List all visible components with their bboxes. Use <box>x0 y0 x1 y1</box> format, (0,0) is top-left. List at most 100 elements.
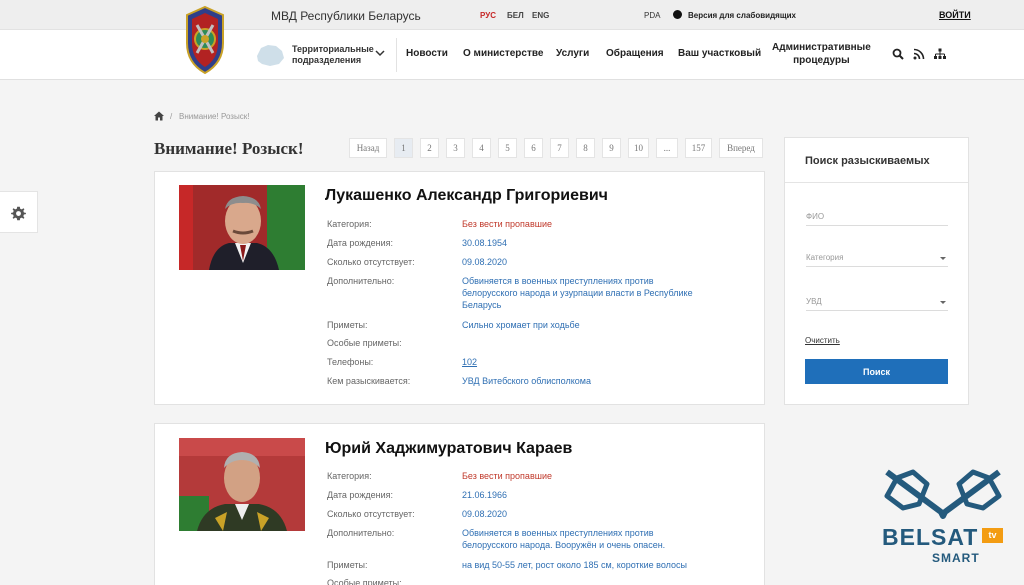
birth-date-value: 21.06.1966 <box>462 490 508 500</box>
pagination-page-2[interactable]: 2 <box>420 138 439 158</box>
main-header: Территориальные подразделения Новости О … <box>0 5 1024 80</box>
additional-line: Обвиняется в военных преступлениях проти… <box>462 276 654 286</box>
uvd-placeholder: УВД <box>806 297 822 306</box>
birth-date-label: Дата рождения: <box>327 238 393 248</box>
ministry-name: МВД Республики Беларусь <box>271 9 421 23</box>
additional-value: Обвиняется в военных преступлениях проти… <box>462 527 732 551</box>
missing-since-value: 09.08.2020 <box>462 509 508 519</box>
missing-since-value: 09.08.2020 <box>462 257 508 267</box>
nav-services[interactable]: Услуги <box>556 48 589 59</box>
pagination-page-4[interactable]: 4 <box>472 138 491 158</box>
additional-label: Дополнительно: <box>327 276 395 286</box>
search-panel: Поиск разыскиваемых ФИО Категория УВД Оч… <box>784 137 969 405</box>
additional-line: белорусского народа и узурпации власти в… <box>462 288 693 298</box>
chevron-down-icon[interactable] <box>375 49 385 57</box>
search-button[interactable]: Поиск <box>805 359 948 384</box>
belsat-owl-icon <box>884 469 1002 519</box>
search-panel-title: Поиск разыскиваемых <box>805 155 930 167</box>
pagination-next[interactable]: Вперед <box>719 138 763 158</box>
additional-line: Беларусь <box>462 300 502 310</box>
territorial-line2: подразделения <box>292 55 362 65</box>
person-photo[interactable] <box>179 438 305 531</box>
signs-value: Сильно хромает при ходьбе <box>462 320 580 330</box>
page-title: Внимание! Розыск! <box>154 139 304 158</box>
category-select[interactable]: Категория <box>806 247 948 267</box>
phone-link[interactable]: 102 <box>462 356 477 368</box>
ministry-emblem-logo[interactable] <box>183 5 227 75</box>
top-bar: МВД Республики Беларусь РУС БЕЛ ENG PDA … <box>0 0 1024 30</box>
additional-value: Обвиняется в военных преступлениях проти… <box>462 275 732 311</box>
pagination-prev[interactable]: Назад <box>349 138 387 158</box>
person-name[interactable]: Юрий Хаджимуратович Караев <box>325 440 572 458</box>
lang-ru[interactable]: РУС <box>480 11 496 20</box>
phones-label: Телефоны: <box>327 357 374 367</box>
special-signs-label: Особые приметы: <box>327 338 402 348</box>
fio-placeholder: ФИО <box>806 212 825 221</box>
search-panel-divider <box>785 182 968 183</box>
person-photo[interactable] <box>179 185 305 270</box>
category-label: Категория: <box>327 471 372 481</box>
pagination-page-7[interactable]: 7 <box>550 138 569 158</box>
nav-news[interactable]: Новости <box>406 48 448 59</box>
pagination-page-last[interactable]: 157 <box>685 138 712 158</box>
home-icon[interactable] <box>154 111 164 121</box>
territorial-units-menu[interactable]: Территориальные подразделения <box>292 44 374 66</box>
nav-admin-line2: процедуры <box>793 55 850 66</box>
birth-date-label: Дата рождения: <box>327 490 393 500</box>
pagination-page-9[interactable]: 9 <box>602 138 621 158</box>
lang-be[interactable]: БЕЛ <box>507 11 524 20</box>
pagination-page-5[interactable]: 5 <box>498 138 517 158</box>
signs-label: Приметы: <box>327 320 368 330</box>
nav-ministry[interactable]: О министерстве <box>463 48 543 59</box>
belarus-map-icon <box>257 45 284 66</box>
signs-value: на вид 50-55 лет, рост около 185 см, кор… <box>462 560 687 570</box>
search-icon[interactable] <box>892 48 904 60</box>
signs-label: Приметы: <box>327 560 368 570</box>
wanted-card[interactable]: Лукашенко Александр Григориевич Категори… <box>154 171 765 405</box>
nav-admin-procedures[interactable]: Административные процедуры <box>772 41 871 67</box>
visually-impaired-icon <box>673 10 682 19</box>
nav-appeals[interactable]: Обращения <box>606 48 664 59</box>
category-value: Без вести пропавшие <box>462 471 552 481</box>
caret-down-icon <box>940 301 946 304</box>
pagination-page-6[interactable]: 6 <box>524 138 543 158</box>
belsat-brand: BELSAT <box>882 524 979 550</box>
nav-admin-line1: Административные <box>772 42 871 53</box>
pagination-page-1[interactable]: 1 <box>394 138 413 158</box>
pagination-page-8[interactable]: 8 <box>576 138 595 158</box>
clear-link[interactable]: Очистить <box>805 336 840 345</box>
additional-line: белорусского народа. Вооружён и очень оп… <box>462 540 666 550</box>
pda-link[interactable]: PDA <box>644 11 660 20</box>
uvd-select[interactable]: УВД <box>806 291 948 311</box>
searched-by-label: Кем разыскивается: <box>327 376 411 386</box>
breadcrumb-separator: / <box>170 112 173 121</box>
fio-input[interactable]: ФИО <box>806 206 948 226</box>
pagination-ellipsis: ... <box>656 138 678 158</box>
person-name[interactable]: Лукашенко Александр Григориевич <box>325 187 608 205</box>
territorial-line1: Территориальные <box>292 44 374 54</box>
pagination-page-3[interactable]: 3 <box>446 138 465 158</box>
gear-icon <box>11 206 26 221</box>
belsat-watermark: BELSAT tv SMART <box>879 468 1007 568</box>
nav-divider <box>396 38 397 72</box>
special-signs-label: Особые приметы: <box>327 578 402 585</box>
pagination-page-10[interactable]: 10 <box>628 138 649 158</box>
missing-since-label: Сколько отсутствует: <box>327 257 415 267</box>
category-value: Без вести пропавшие <box>462 219 552 229</box>
searched-by-value: УВД Витебского облисполкома <box>462 376 591 386</box>
breadcrumb-current: Внимание! Розыск! <box>179 112 250 121</box>
rss-icon[interactable] <box>913 48 925 60</box>
settings-tab[interactable] <box>0 191 38 233</box>
additional-label: Дополнительно: <box>327 528 395 538</box>
category-label: Категория: <box>327 219 372 229</box>
additional-line: Обвиняется в военных преступлениях проти… <box>462 528 654 538</box>
visually-impaired-link[interactable]: Версия для слабовидящих <box>688 11 796 20</box>
wanted-card[interactable]: Юрий Хаджимуратович Караев Категория: Бе… <box>154 423 765 585</box>
nav-local-officer[interactable]: Ваш участковый <box>678 48 761 59</box>
missing-since-label: Сколько отсутствует: <box>327 509 415 519</box>
caret-down-icon <box>940 257 946 260</box>
lang-en[interactable]: ENG <box>532 11 549 20</box>
login-link[interactable]: ВОЙТИ <box>939 10 971 20</box>
sitemap-icon[interactable] <box>934 48 946 60</box>
belsat-smart: SMART <box>932 551 980 565</box>
